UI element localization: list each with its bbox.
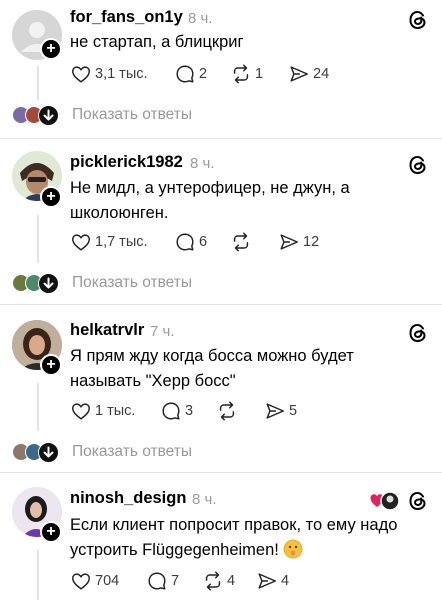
follow-plus-button[interactable]: + — [40, 38, 62, 60]
thread-line — [37, 66, 39, 100]
share-count: 12 — [303, 234, 320, 250]
thread-line — [37, 550, 39, 600]
heart-icon — [72, 234, 90, 251]
send-icon — [280, 234, 298, 250]
send-icon — [266, 403, 284, 419]
comment-icon — [162, 402, 180, 420]
repost-icon — [233, 232, 249, 252]
username[interactable]: for_fans_on1y — [70, 8, 183, 27]
share-button[interactable]: 4 — [256, 570, 289, 592]
share-button[interactable]: 12 — [278, 231, 319, 253]
share-button[interactable]: 5 — [264, 400, 297, 422]
thread-line — [37, 215, 39, 263]
like-count: 704 — [95, 573, 120, 589]
threads-icon[interactable] — [406, 489, 430, 513]
send-icon — [290, 66, 308, 82]
repost-icon — [219, 401, 235, 421]
like-count: 1 тыс. — [95, 403, 136, 419]
repost-icon — [233, 64, 249, 84]
post-text: Если клиент попросит правок, то ему надо… — [70, 513, 400, 563]
heart-icon — [72, 66, 90, 83]
comment-count: 2 — [199, 66, 208, 82]
comment-count: 6 — [199, 234, 208, 250]
post-time: 8 ч. — [192, 491, 217, 508]
arrow-down-icon — [38, 105, 59, 126]
repost-button[interactable]: 1 — [230, 63, 263, 85]
username[interactable]: picklerick1982 — [70, 153, 183, 172]
comment-icon — [176, 233, 194, 251]
repost-button[interactable]: 4 — [202, 570, 235, 592]
like-button[interactable]: 704 — [70, 570, 119, 592]
share-count: 5 — [289, 403, 298, 419]
threads-icon[interactable] — [406, 153, 430, 177]
like-count: 3,1 тыс. — [95, 66, 148, 82]
like-count: 1,7 тыс. — [95, 234, 148, 250]
threads-icon[interactable] — [406, 8, 430, 32]
comment-button[interactable]: 6 — [174, 231, 207, 253]
repost-button[interactable] — [230, 231, 255, 253]
heart-icon — [72, 403, 90, 420]
action-bar: 3,1 тыс. 2 1 24 — [70, 63, 370, 85]
comment-button[interactable]: 3 — [160, 400, 193, 422]
post-text: Не мидл, а унтерофицер, не джун, а школо… — [70, 179, 350, 222]
action-bar: 1,7 тыс. 6 12 — [70, 231, 370, 253]
post-2: + picklerick1982 8 ч. Не мидл, а унтероф… — [0, 139, 442, 304]
like-button[interactable]: 1,7 тыс. — [70, 231, 148, 253]
shushing-face-emoji-icon — [284, 539, 303, 559]
like-button[interactable]: 3,1 тыс. — [70, 63, 148, 85]
share-button[interactable]: 24 — [288, 63, 329, 85]
arrow-down-icon — [38, 273, 59, 294]
post-text: Я прям жду когда босса можно будет назыв… — [70, 347, 354, 390]
comment-icon — [176, 65, 194, 83]
comment-count: 3 — [185, 403, 194, 419]
username[interactable]: ninosh_design — [70, 489, 186, 508]
show-replies[interactable]: Показать ответы — [12, 442, 432, 463]
repost-icon — [205, 571, 221, 591]
show-replies[interactable]: Показать ответы — [12, 273, 432, 294]
share-count: 24 — [313, 66, 330, 82]
post-time: 8 ч. — [188, 10, 213, 27]
post-1: + for_fans_on1y 8 ч. не стартап, а блицк… — [0, 0, 442, 140]
post-4: + ninosh_design 8 ч. Если клиент попроси… — [0, 473, 442, 600]
send-icon — [258, 573, 276, 589]
liked-by-author-icon — [370, 491, 400, 511]
comment-button[interactable]: 2 — [174, 63, 207, 85]
comment-count: 7 — [171, 573, 180, 589]
show-replies-label: Показать ответы — [72, 274, 192, 291]
repost-button[interactable] — [216, 400, 241, 422]
post-time: 8 ч. — [190, 155, 215, 172]
threads-icon[interactable] — [406, 321, 430, 345]
post-text-content: Если клиент попросит правок, то ему надо… — [70, 516, 398, 559]
like-button[interactable]: 1 тыс. — [70, 400, 135, 422]
show-replies[interactable]: Показать ответы — [12, 105, 432, 126]
arrow-down-icon — [38, 442, 59, 463]
post-3: + helkatrvlr 7 ч. Я прям жду когда босса… — [0, 305, 442, 470]
username[interactable]: helkatrvlr — [70, 321, 144, 340]
heart-icon — [72, 573, 90, 590]
repost-count: 1 — [255, 66, 264, 82]
show-replies-label: Показать ответы — [72, 106, 192, 123]
repost-count: 4 — [227, 573, 236, 589]
action-bar: 704 7 4 4 — [70, 570, 370, 592]
post-text: не стартап, а блицкриг — [70, 33, 244, 51]
follow-plus-button[interactable]: + — [40, 186, 62, 208]
show-replies-label: Показать ответы — [72, 443, 192, 460]
comment-icon — [148, 572, 166, 590]
thread-line — [37, 383, 39, 431]
post-time: 7 ч. — [150, 323, 175, 340]
follow-plus-button[interactable]: + — [40, 521, 62, 543]
share-count: 4 — [281, 573, 290, 589]
action-bar: 1 тыс. 3 5 — [70, 400, 370, 422]
comment-button[interactable]: 7 — [146, 570, 179, 592]
follow-plus-button[interactable]: + — [40, 354, 62, 376]
